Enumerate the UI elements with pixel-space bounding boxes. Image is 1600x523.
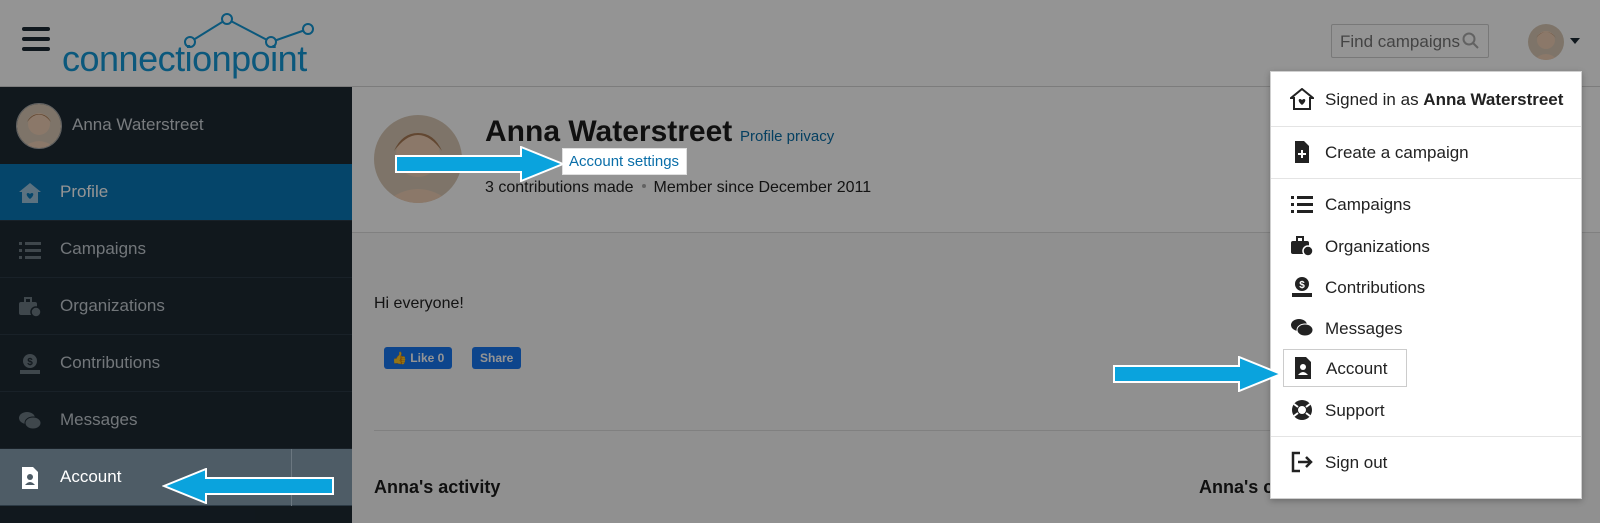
id-badge-icon	[1295, 357, 1311, 379]
dollar-tray-icon: $	[20, 354, 40, 374]
sidebar-user[interactable]: Anna Waterstreet	[0, 87, 352, 165]
svg-text:$: $	[1299, 280, 1305, 291]
sidebar-item-campaigns[interactable]: Campaigns	[0, 221, 352, 278]
profile-privacy-link[interactable]: Profile privacy	[740, 128, 834, 145]
lifebuoy-icon	[1292, 400, 1312, 420]
search-input[interactable]	[1332, 25, 1462, 59]
list-icon	[19, 242, 41, 259]
sidebar-item-label: Messages	[60, 410, 138, 429]
menu-item-label: Sign out	[1325, 453, 1388, 472]
menu-item-label: Messages	[1325, 319, 1403, 338]
search-icon[interactable]	[1462, 32, 1480, 50]
menu-item-messages[interactable]: Messages	[1271, 308, 1581, 348]
sidebar-item-label: Campaigns	[60, 239, 146, 258]
logo-text: connectionpoint	[62, 38, 307, 79]
menu-item-support[interactable]: Support	[1271, 390, 1581, 430]
sidebar-item-label: Account	[60, 467, 122, 486]
profile-bio: Hi everyone!	[374, 295, 464, 312]
divider	[1271, 436, 1581, 437]
search-box[interactable]	[1331, 24, 1489, 59]
menu-item-sign-out[interactable]: Sign out	[1271, 442, 1581, 482]
sidebar-item-messages[interactable]: Messages	[0, 392, 352, 449]
sidebar-item-contributions[interactable]: $ Contributions	[0, 335, 352, 392]
like-label: Like 0	[410, 351, 445, 365]
chat-bubbles-icon	[19, 412, 42, 430]
sidebar-user-name: Anna Waterstreet	[72, 115, 204, 134]
arrow-right-icon	[395, 146, 565, 182]
signed-in-as: Signed in as Anna Waterstreet	[1271, 79, 1581, 119]
id-badge-icon	[22, 467, 38, 489]
user-avatar-menu[interactable]	[1528, 24, 1564, 60]
menu-item-label: Campaigns	[1325, 195, 1411, 214]
profile-name: Anna Waterstreet	[485, 115, 733, 148]
account-settings-link[interactable]: Account settings	[562, 148, 687, 175]
list-icon	[1291, 196, 1313, 213]
menu-item-label: Account	[1326, 359, 1388, 378]
menu-item-account[interactable]: Account	[1283, 349, 1407, 387]
chat-bubbles-icon	[1291, 319, 1314, 337]
sidebar-item-label: Organizations	[60, 296, 165, 315]
home-heart-icon	[19, 183, 41, 203]
briefcase-clock-icon	[19, 297, 42, 318]
chevron-down-icon[interactable]	[1570, 38, 1580, 44]
arrow-right-icon	[1113, 356, 1283, 392]
dollar-tray-icon: $	[1292, 277, 1312, 297]
logo[interactable]: connectionpoint	[62, 10, 322, 80]
member-since: Member since December 2011	[653, 179, 872, 196]
sidebar-item-organizations[interactable]: Organizations	[0, 278, 352, 335]
sign-out-icon	[1291, 451, 1313, 473]
menu-item-label: Organizations	[1325, 237, 1430, 256]
arrow-left-icon	[162, 468, 334, 504]
home-heart-icon	[1290, 88, 1314, 110]
facebook-share-button[interactable]: Share	[472, 347, 522, 369]
svg-text:$: $	[27, 357, 33, 368]
sidebar-item-profile[interactable]: Profile	[0, 164, 352, 221]
facebook-like-button[interactable]: 👍 Like 0	[384, 347, 453, 369]
avatar	[16, 103, 62, 149]
menu-icon[interactable]	[22, 27, 50, 51]
menu-item-campaigns[interactable]: Campaigns	[1271, 184, 1581, 224]
sidebar-item-label: Profile	[60, 182, 109, 201]
separator-dot	[641, 184, 646, 189]
file-plus-icon	[1295, 141, 1309, 163]
menu-item-label: Contributions	[1325, 278, 1426, 297]
briefcase-clock-icon	[1291, 236, 1314, 257]
signed-in-prefix: Signed in as	[1325, 90, 1424, 109]
menu-item-label: Create a campaign	[1325, 143, 1469, 162]
activity-heading: Anna's activity	[374, 477, 501, 497]
avatar	[1528, 24, 1564, 60]
user-dropdown-menu: Signed in as Anna Waterstreet Create a c…	[1270, 71, 1582, 499]
menu-item-organizations[interactable]: Organizations	[1271, 226, 1581, 266]
menu-item-label: Support	[1325, 401, 1385, 420]
menu-item-contributions[interactable]: $ Contributions	[1271, 267, 1581, 307]
menu-item-create-campaign[interactable]: Create a campaign	[1271, 132, 1581, 172]
divider	[1271, 178, 1581, 179]
signed-in-name: Anna Waterstreet	[1423, 90, 1564, 109]
divider	[1271, 126, 1581, 127]
sidebar-item-label: Contributions	[60, 353, 161, 372]
